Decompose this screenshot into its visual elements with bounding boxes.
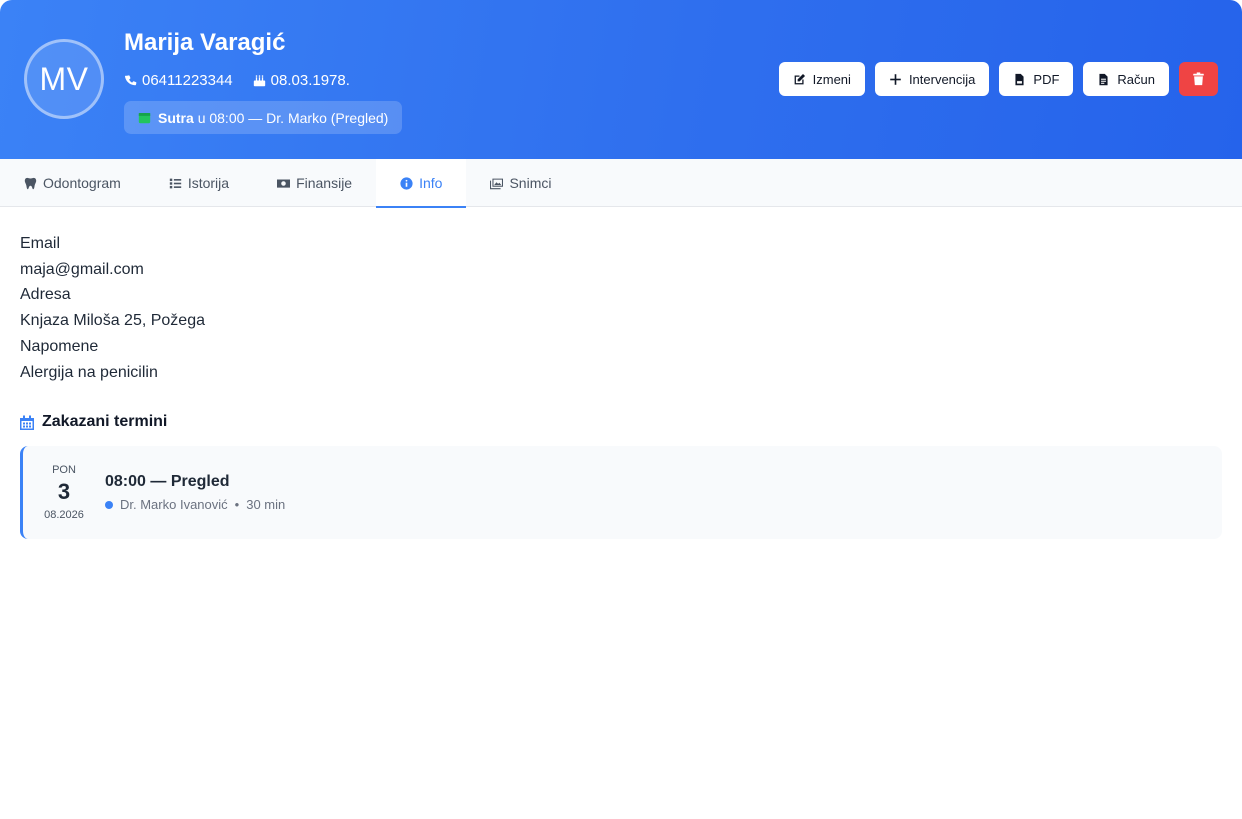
next-appointment-rest: u 08:00 — Dr. Marko (Pregled) xyxy=(197,109,389,126)
info-icon xyxy=(400,176,413,190)
patient-name: Marija Varagić xyxy=(124,29,286,56)
tab-history-label: Istorija xyxy=(187,175,230,191)
tab-info[interactable]: Info xyxy=(376,159,467,208)
tooth-icon xyxy=(24,177,37,189)
header-actions: Izmeni Intervencija PDF Račun xyxy=(778,62,1218,96)
scheduled-title: Zakazani termini xyxy=(20,413,1222,431)
intervention-label: Intervencija xyxy=(908,71,976,87)
tab-images[interactable]: Snimci xyxy=(466,159,575,207)
patient-header: MV Marija Varagić 06411223344 08.03.1978… xyxy=(0,0,1242,159)
appointment-subtitle: Dr. Marko Ivanović • 30 min xyxy=(105,497,285,512)
money-icon xyxy=(277,178,291,188)
add-intervention-button[interactable]: Intervencija xyxy=(874,62,990,96)
pdf-file-icon xyxy=(1015,73,1024,85)
status-dot xyxy=(105,500,113,509)
tab-bar: Odontogram Istorija Finansije Info Snimc… xyxy=(0,159,1242,208)
plus-icon xyxy=(890,73,901,85)
phone-number: 06411223344 xyxy=(142,72,233,89)
tab-images-label: Snimci xyxy=(509,175,552,191)
next-appointment-badge[interactable]: Sutra u 08:00 — Dr. Marko (Pregled) xyxy=(124,101,403,134)
pdf-button[interactable]: PDF xyxy=(999,62,1074,96)
patient-card: MV Marija Varagić 06411223344 08.03.1978… xyxy=(0,0,1242,819)
patient-meta: 06411223344 08.03.1978. xyxy=(124,72,350,89)
tab-finances[interactable]: Finansije xyxy=(253,159,376,207)
tab-info-label: Info xyxy=(419,175,443,191)
phone-item: 06411223344 xyxy=(124,72,233,89)
pdf-label: PDF xyxy=(1033,71,1060,87)
separator-dot: • xyxy=(234,497,240,513)
invoice-label: Račun xyxy=(1117,71,1155,87)
appointment-doctor: Dr. Marko Ivanović xyxy=(120,497,228,513)
appointment-month-year: 08.2026 xyxy=(44,509,84,522)
tab-history[interactable]: Istorija xyxy=(145,159,253,207)
list-icon xyxy=(169,178,182,188)
edit-icon xyxy=(794,73,805,84)
appointment-duration: 30 min xyxy=(246,497,286,513)
trash-icon xyxy=(1193,72,1204,86)
appointment-date: PON 3 08.2026 xyxy=(23,464,105,521)
email-label: Email xyxy=(20,235,61,252)
tab-odontogram[interactable]: Odontogram xyxy=(0,159,145,207)
tab-finances-label: Finansije xyxy=(296,175,353,191)
calendar-icon xyxy=(20,415,34,430)
notes-value: Alergija na penicilin xyxy=(20,363,158,381)
appointment-card[interactable]: PON 3 08.2026 08:00 — Pregled Dr. Marko … xyxy=(20,446,1222,540)
images-icon xyxy=(490,178,504,189)
birthdate: 08.03.1978. xyxy=(270,72,350,89)
appointment-details: 08:00 — Pregled Dr. Marko Ivanović • 30 … xyxy=(105,473,285,512)
address-label: Adresa xyxy=(20,286,71,304)
birthdate-item: 08.03.1978. xyxy=(253,72,350,89)
appointment-day: 3 xyxy=(57,479,71,505)
info-panel: Email maja@gmail.com Adresa Knjaza Miloš… xyxy=(0,207,1242,563)
calendar-icon xyxy=(138,113,151,124)
delete-button[interactable] xyxy=(1179,62,1218,96)
invoice-icon xyxy=(1099,73,1108,85)
address-value: Knjaza Miloša 25, Požega xyxy=(20,312,205,330)
phone-icon xyxy=(124,75,137,86)
next-appointment-day: Sutra xyxy=(158,109,194,126)
birthday-cake-icon xyxy=(253,75,265,87)
appointment-weekday: PON xyxy=(52,464,76,477)
edit-label: Izmeni xyxy=(812,71,851,87)
avatar: MV xyxy=(24,39,104,119)
email-value: maja@gmail.com xyxy=(20,260,144,278)
edit-button[interactable]: Izmeni xyxy=(778,62,865,96)
invoice-button[interactable]: Račun xyxy=(1083,62,1169,96)
appointment-title: 08:00 — Pregled xyxy=(105,473,230,491)
tab-odontogram-label: Odontogram xyxy=(43,175,121,191)
scheduled-title-text: Zakazani termini xyxy=(42,413,168,431)
next-appointment-text: Sutra u 08:00 — Dr. Marko (Pregled) xyxy=(158,110,388,126)
notes-label: Napomene xyxy=(20,337,99,355)
